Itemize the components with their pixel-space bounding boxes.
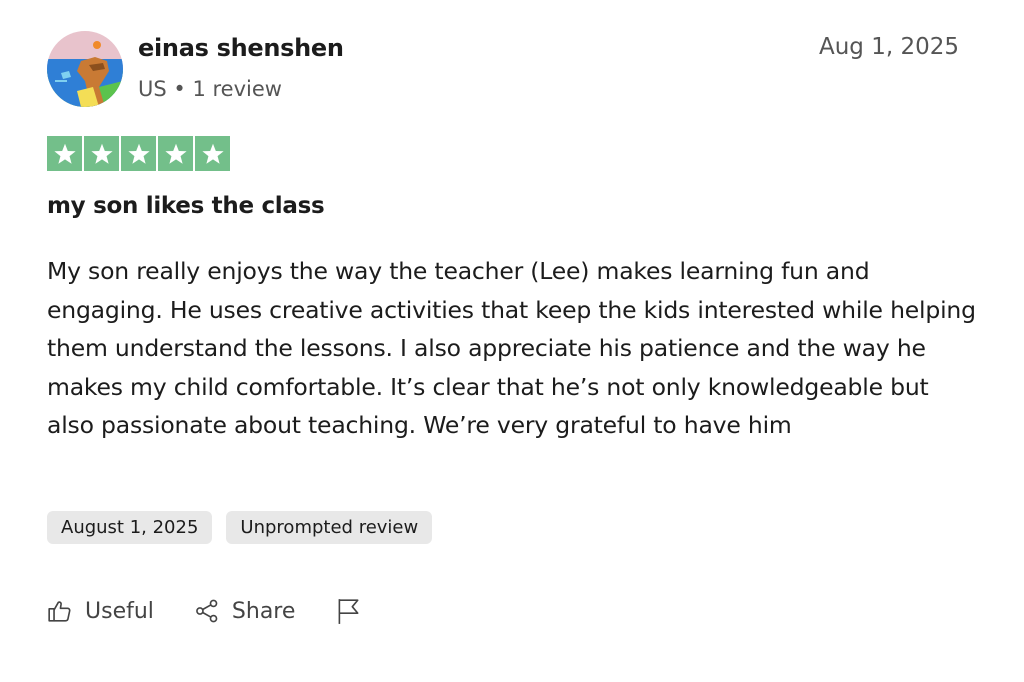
reviewer-meta: US • 1 review — [138, 77, 282, 101]
star-rating — [47, 136, 230, 171]
experience-date-tag: August 1, 2025 — [47, 511, 213, 544]
report-button[interactable] — [335, 597, 361, 625]
reviewer-country: US — [138, 77, 167, 101]
share-icon — [194, 598, 220, 624]
thumbs-up-icon — [47, 598, 73, 624]
review-date: Aug 1, 2025 — [818, 34, 959, 60]
star-icon — [47, 136, 82, 171]
review-tags: August 1, 2025 Unprompted review — [47, 511, 433, 544]
useful-button[interactable]: Useful — [47, 598, 154, 624]
meta-separator: • — [173, 77, 186, 101]
review-body: My son really enjoys the way the teacher… — [47, 257, 976, 439]
review-card: einas shenshen US • 1 review Aug 1, 2025… — [0, 0, 1024, 682]
review-type-tag[interactable]: Unprompted review — [226, 511, 433, 544]
review-actions: Useful Share — [47, 597, 361, 625]
reviewer-review-count: 1 review — [192, 77, 282, 101]
share-label: Share — [231, 598, 296, 624]
reviewer-avatar[interactable] — [47, 31, 123, 107]
star-icon — [195, 136, 230, 171]
flag-icon — [335, 597, 361, 625]
reviewer-name[interactable]: einas shenshen — [138, 34, 344, 62]
star-icon — [121, 136, 156, 171]
useful-label: Useful — [85, 598, 154, 624]
star-icon — [158, 136, 193, 171]
review-title[interactable]: my son likes the class — [47, 193, 325, 219]
star-icon — [84, 136, 119, 171]
share-button[interactable]: Share — [194, 598, 296, 624]
